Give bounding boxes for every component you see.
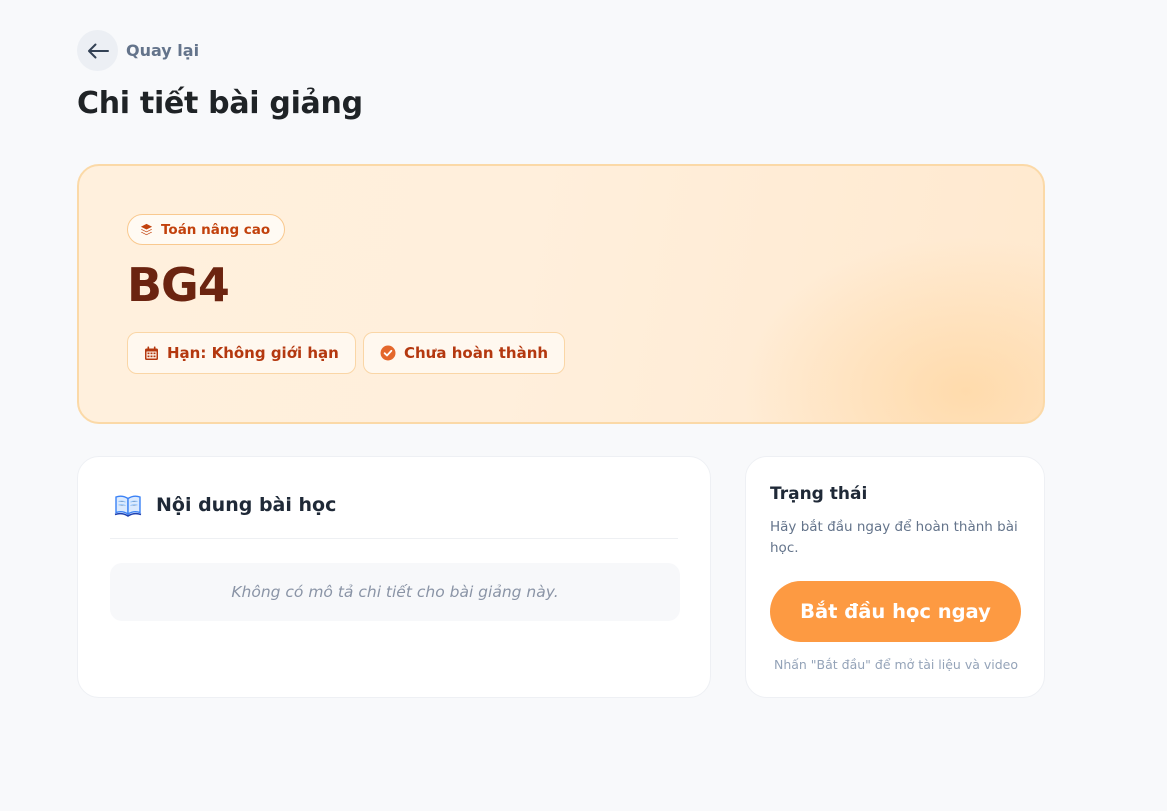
- category-badge: Toán nâng cao: [127, 214, 286, 245]
- lecture-hero-card: Toán nâng cao BG4 Hạn: Không giới hạn Ch…: [77, 164, 1045, 424]
- check-circle-icon: [380, 345, 396, 361]
- empty-description-message: Không có mô tả chi tiết cho bài giảng nà…: [110, 563, 680, 621]
- arrow-left-icon: [87, 43, 109, 58]
- lesson-content-header: Nội dung bài học: [114, 493, 336, 517]
- lecture-detail-page: Quay lại Chi tiết bài giảng Toán nâng ca…: [0, 0, 1167, 811]
- deadline-badge: Hạn: Không giới hạn: [127, 332, 356, 374]
- back-label[interactable]: Quay lại: [126, 41, 199, 60]
- completion-status-badge: Chưa hoàn thành: [363, 332, 566, 374]
- back-button[interactable]: Quay lại: [77, 30, 199, 71]
- category-label: Toán nâng cao: [161, 221, 271, 238]
- status-panel: Trạng thái Hãy bắt đầu ngay để hoàn thàn…: [745, 456, 1045, 698]
- status-panel-description: Hãy bắt đầu ngay để hoàn thành bài học.: [770, 519, 1018, 556]
- deadline-label: Hạn: Không giới hạn: [167, 344, 339, 362]
- calendar-icon: [145, 346, 158, 360]
- open-book-icon: [114, 495, 142, 517]
- lesson-content-title: Nội dung bài học: [156, 494, 337, 516]
- divider: [110, 538, 678, 539]
- lesson-content-card: Nội dung bài học Không có mô tả chi tiết…: [77, 456, 711, 698]
- page-title: Chi tiết bài giảng: [77, 86, 363, 121]
- layers-icon: [140, 223, 153, 236]
- completion-status-label: Chưa hoàn thành: [404, 344, 549, 362]
- back-icon-circle[interactable]: [77, 30, 118, 71]
- status-panel-title: Trạng thái: [770, 484, 868, 504]
- start-hint: Nhấn "Bắt đầu" để mở tài liệu và video: [773, 657, 1019, 672]
- lecture-code: BG4: [127, 258, 230, 312]
- start-learning-button[interactable]: Bắt đầu học ngay: [770, 581, 1021, 642]
